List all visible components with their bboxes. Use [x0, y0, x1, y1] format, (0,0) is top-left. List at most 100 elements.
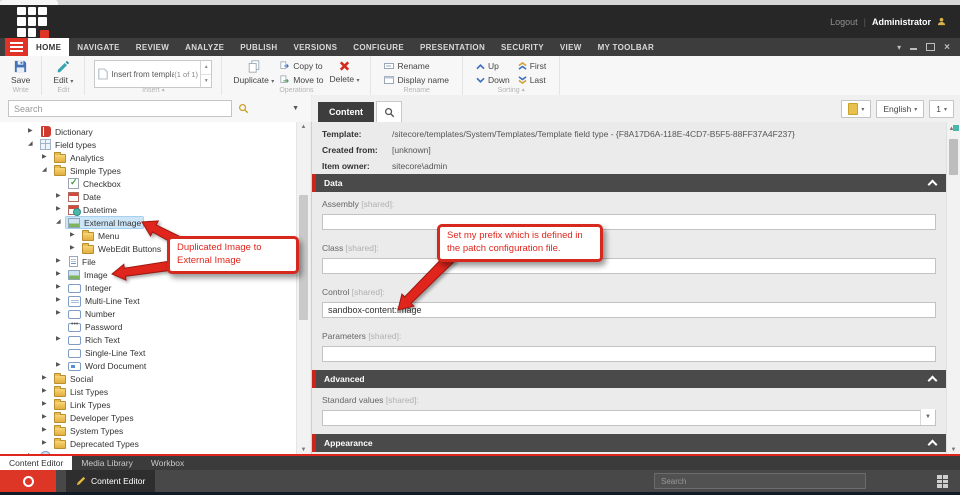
expand-icon[interactable]: ▶ [56, 294, 66, 307]
expand-icon[interactable]: ▶ [56, 333, 66, 346]
bottom-tab-content-editor[interactable]: Content Editor [0, 456, 72, 470]
expand-icon[interactable]: ▶ [56, 307, 66, 320]
expand-icon[interactable]: ▶ [70, 229, 80, 242]
scroll-up-icon[interactable]: ▲ [297, 124, 310, 130]
tree-item-social[interactable]: ▶Social [0, 372, 296, 385]
ribbon-tab-configure[interactable]: CONFIGURE [345, 38, 412, 56]
ribbon-tab-home[interactable]: HOME [28, 38, 69, 56]
expand-icon[interactable]: ▶ [42, 385, 52, 398]
taskbar-search-input[interactable] [654, 473, 866, 489]
tree-item-link-types[interactable]: ▶Link Types [0, 398, 296, 411]
editor-scrollbar-thumb[interactable] [949, 139, 958, 175]
spinner-up-icon[interactable]: ▲ [201, 61, 211, 75]
tree-item-date[interactable]: ▶Date [0, 190, 296, 203]
close-icon[interactable]: × [944, 42, 950, 53]
tree-scrollbar-thumb[interactable] [299, 195, 308, 320]
dialog-launcher-icon[interactable]: ▸ [160, 87, 167, 94]
expand-icon[interactable]: ▶ [56, 268, 66, 281]
expand-icon[interactable]: ▶ [42, 411, 52, 424]
language-dropdown-button[interactable]: English▾ [876, 100, 924, 118]
ribbon-tab-view[interactable]: VIEW [552, 38, 590, 56]
tree-item-datetime[interactable]: ▶Datetime [0, 203, 296, 216]
tree-item-checkbox[interactable]: Checkbox [0, 177, 296, 190]
tree-item-integer[interactable]: ▶Integer [0, 281, 296, 294]
tree-item-deprecated-types[interactable]: ▶Deprecated Types [0, 437, 296, 450]
field-input-control[interactable] [322, 302, 936, 318]
expand-icon[interactable]: ▶ [42, 424, 52, 437]
sort-last-button[interactable]: Last [518, 75, 547, 85]
ribbon-tab-presentation[interactable]: PRESENTATION [412, 38, 493, 56]
expand-icon[interactable]: ▶ [42, 437, 52, 450]
search-dropdown-caret-icon[interactable]: ▼ [292, 105, 299, 112]
tree-item-analytics[interactable]: ▶Analytics [0, 151, 296, 164]
field-dropdown-icon[interactable]: ▼ [920, 409, 935, 425]
collapse-icon[interactable]: ◢ [42, 164, 52, 177]
tree-item-word-document[interactable]: ▶Word Document [0, 359, 296, 372]
sort-up-button[interactable]: Up [476, 61, 510, 71]
expand-icon[interactable]: ▶ [56, 359, 66, 372]
tree-item-single-line-text[interactable]: Single-Line Text [0, 346, 296, 359]
duplicate-button[interactable]: Duplicate ▾ [231, 59, 276, 85]
sitecore-start-button[interactable] [0, 470, 56, 492]
gutter-indicator-icon[interactable] [953, 125, 959, 131]
ribbon-tab-navigate[interactable]: NAVIGATE [69, 38, 128, 56]
expand-icon[interactable]: ▶ [42, 372, 52, 385]
section-header-advanced[interactable]: Advanced [312, 370, 946, 388]
edit-button[interactable]: Edit ▾ [51, 59, 75, 85]
ribbon-tab-security[interactable]: SECURITY [493, 38, 552, 56]
save-button[interactable]: Save [9, 59, 32, 85]
ribbon-tab-versions[interactable]: VERSIONS [286, 38, 346, 56]
taskbar-content-editor-button[interactable]: Content Editor [66, 470, 155, 492]
field-input-parameters[interactable] [322, 346, 936, 362]
search-icon[interactable] [238, 103, 249, 114]
tree-item-simple-types[interactable]: ◢Simple Types [0, 164, 296, 177]
display-name-button[interactable]: Display name [384, 75, 449, 85]
logout-link[interactable]: Logout [830, 17, 858, 27]
tab-search[interactable] [376, 101, 402, 122]
version-dropdown-button[interactable]: 1▾ [929, 100, 954, 118]
bottom-tab-workbox[interactable]: Workbox [142, 456, 193, 470]
scroll-down-icon[interactable]: ▼ [947, 447, 960, 453]
rename-button[interactable]: Rename [384, 61, 449, 71]
ribbon-tab-review[interactable]: REVIEW [128, 38, 177, 56]
tree-item-rich-text[interactable]: ▶Rich Text [0, 333, 296, 346]
expand-icon[interactable]: ▶ [42, 151, 52, 164]
tree-item-field-types[interactable]: ◢Field types [0, 138, 296, 151]
tree-item-password[interactable]: Password [0, 320, 296, 333]
ribbon-tab-publish[interactable]: PUBLISH [232, 38, 285, 56]
copy-to-button[interactable]: Copy to [280, 61, 323, 71]
tree-item-number[interactable]: ▶Number [0, 307, 296, 320]
field-input-standard-values[interactable] [322, 410, 936, 426]
ribbon-tab-analyze[interactable]: ANALYZE [177, 38, 232, 56]
expand-icon[interactable]: ▶ [28, 125, 38, 138]
field-input-assembly[interactable] [322, 214, 936, 230]
tab-content[interactable]: Content [318, 102, 374, 122]
dialog-launcher-icon[interactable]: ▸ [520, 87, 527, 94]
expand-icon[interactable]: ▶ [56, 255, 66, 268]
tree-item-list-types[interactable]: ▶List Types [0, 385, 296, 398]
username-menu[interactable]: Administrator [872, 17, 931, 27]
field-input-class[interactable] [322, 258, 936, 274]
profile-dropdown-button[interactable]: ▾ [841, 100, 871, 118]
chevron-down-icon[interactable]: ▾ [897, 43, 901, 52]
maximize-icon[interactable] [926, 43, 935, 51]
collapse-icon[interactable]: ◢ [28, 138, 38, 151]
expand-icon[interactable]: ▶ [56, 190, 66, 203]
delete-button[interactable]: Delete ▾ [328, 59, 362, 84]
ribbon-tab-my-toolbar[interactable]: MY TOOLBAR [590, 38, 662, 56]
bottom-tab-media-library[interactable]: Media Library [72, 456, 142, 470]
collapse-icon[interactable]: ◢ [56, 216, 66, 229]
tree-item-system-types[interactable]: ▶System Types [0, 424, 296, 437]
spinner-down-icon[interactable]: ▼ [201, 75, 211, 88]
move-to-button[interactable]: Move to [280, 75, 323, 85]
tree-item-multi-line-text[interactable]: ▶Multi-Line Text [0, 294, 296, 307]
apps-grid-icon[interactable] [937, 475, 948, 488]
sort-down-button[interactable]: Down [476, 75, 510, 85]
search-input[interactable] [8, 100, 232, 117]
minimize-icon[interactable] [910, 48, 917, 50]
expand-icon[interactable]: ▶ [70, 242, 80, 255]
tree-item-dictionary[interactable]: ▶Dictionary [0, 125, 296, 138]
expand-icon[interactable]: ▶ [42, 398, 52, 411]
tree-item-developer-types[interactable]: ▶Developer Types [0, 411, 296, 424]
scroll-down-icon[interactable]: ▼ [297, 447, 310, 453]
